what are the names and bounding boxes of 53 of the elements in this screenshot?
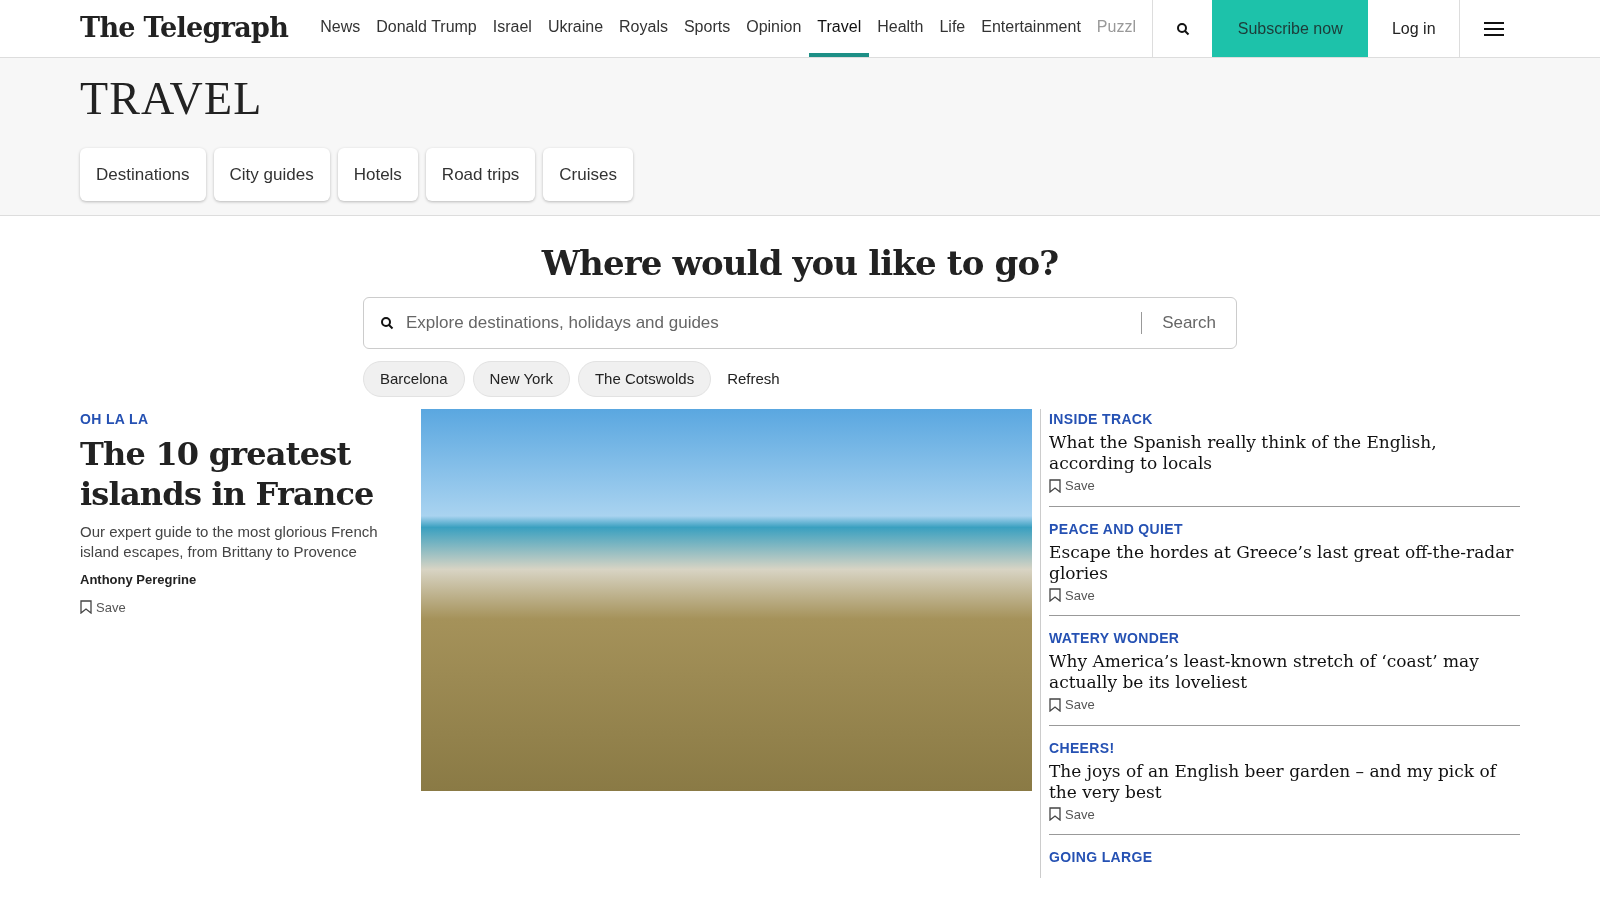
search-submit-button[interactable]: Search <box>1162 310 1216 336</box>
search-icon <box>1175 21 1190 36</box>
bookmark-icon <box>1049 807 1061 822</box>
section-title: TRAVEL <box>80 76 263 122</box>
login-button[interactable]: Log in <box>1368 0 1461 57</box>
subscribe-button[interactable]: Subscribe now <box>1212 0 1369 57</box>
story-headline[interactable]: Why America’s least-known stretch of ‘coast’ may actually be its loveliest <box>1049 651 1520 693</box>
category-button[interactable]: Hotels <box>337 148 418 201</box>
nav-link[interactable]: Opinion <box>738 0 810 57</box>
suggestion-chip[interactable]: New York <box>472 361 570 397</box>
menu-icon <box>1484 21 1505 36</box>
story-headline[interactable]: What the Spanish really think of the English, according to locals <box>1049 432 1520 474</box>
category-button[interactable]: Road trips <box>425 148 536 201</box>
search-heading: Where would you like to go? <box>541 242 1059 285</box>
bookmark-icon <box>1049 588 1061 603</box>
nav-link[interactable]: Royals <box>611 0 676 57</box>
nav-link[interactable]: Donald Trump <box>368 0 485 57</box>
story-kicker: OH LA LA <box>80 410 150 429</box>
photo-placeholder[interactable] <box>421 409 1032 791</box>
save-button[interactable]: Save <box>1049 585 1520 605</box>
suggestion-chip[interactable]: Barcelona <box>363 361 465 397</box>
logo[interactable]: The Telegraph <box>80 0 289 57</box>
story-kicker: INSIDE TRACK <box>1049 410 1154 429</box>
nav-link[interactable]: Ukraine <box>539 0 612 57</box>
nav-link[interactable]: Health <box>869 0 932 57</box>
story-headline[interactable]: The joys of an English beer garden – and my pick of the very best <box>1049 760 1520 803</box>
nav-link[interactable]: Sports <box>675 0 739 57</box>
save-button[interactable]: Save <box>1049 695 1520 715</box>
bookmark-icon <box>1049 478 1061 493</box>
lead-standfirst: Our expert guide to the most glorious French island escapes, from Brittany to Provence <box>80 522 379 562</box>
nav-link[interactable]: Life <box>931 0 974 57</box>
category-button[interactable]: City guides <box>213 148 330 201</box>
category-button[interactable]: Destinations <box>80 148 206 201</box>
story-kicker: WATERY WONDER <box>1049 629 1181 648</box>
nav-link[interactable]: Entertainment <box>973 0 1089 57</box>
search-icon <box>380 316 394 330</box>
destination-search-field[interactable]: Explore destinations, holidays and guides Search <box>363 297 1237 349</box>
author-name: Anthony Peregrine <box>80 571 198 589</box>
story-headline[interactable]: Escape the hordes at Greece’s last great off-the-radar glories <box>1049 541 1520 584</box>
story-kicker: GOING LARGE <box>1049 848 1154 867</box>
category-button[interactable]: Cruises <box>543 148 633 201</box>
bookmark-icon <box>1049 697 1061 712</box>
story-kicker: CHEERS! <box>1049 738 1116 758</box>
save-button[interactable]: Save <box>80 597 126 617</box>
lead-headline[interactable]: The 10 greatest islands in France <box>80 434 400 514</box>
suggestion-chip[interactable]: The Cotswolds <box>577 361 712 397</box>
nav-link[interactable]: Israel <box>484 0 540 57</box>
nav-link[interactable]: News <box>312 0 369 57</box>
save-button[interactable]: Save <box>1049 476 1520 496</box>
refresh-button[interactable]: Refresh <box>727 367 780 391</box>
story-kicker: PEACE AND QUIET <box>1049 519 1184 539</box>
save-button[interactable]: Save <box>1049 804 1520 824</box>
bookmark-icon <box>80 600 92 615</box>
